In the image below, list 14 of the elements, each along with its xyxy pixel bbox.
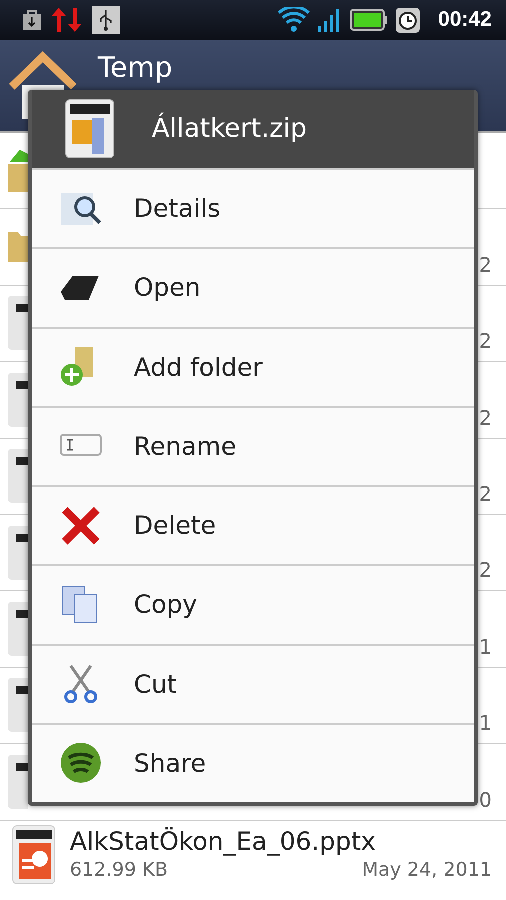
file-name: AlkStatÖkon_Ea_06.pptx — [70, 826, 377, 858]
file-size: 612.99 KB — [70, 858, 168, 881]
file-date: 0 — [479, 788, 492, 812]
file-date: 2 — [479, 558, 492, 582]
file-date: 2 — [479, 406, 492, 430]
file-date: 2 — [479, 482, 492, 506]
file-date: May 24, 2011 — [362, 858, 492, 881]
file-date: 2 — [479, 252, 492, 277]
file-date: 1 — [479, 711, 492, 736]
file-date: 2 — [479, 329, 492, 354]
file-date: 1 — [479, 634, 492, 659]
dialog-title: Állatkert.zip — [152, 114, 308, 144]
folder-title: Temp — [98, 52, 173, 84]
clock: 00:42 — [438, 8, 492, 32]
